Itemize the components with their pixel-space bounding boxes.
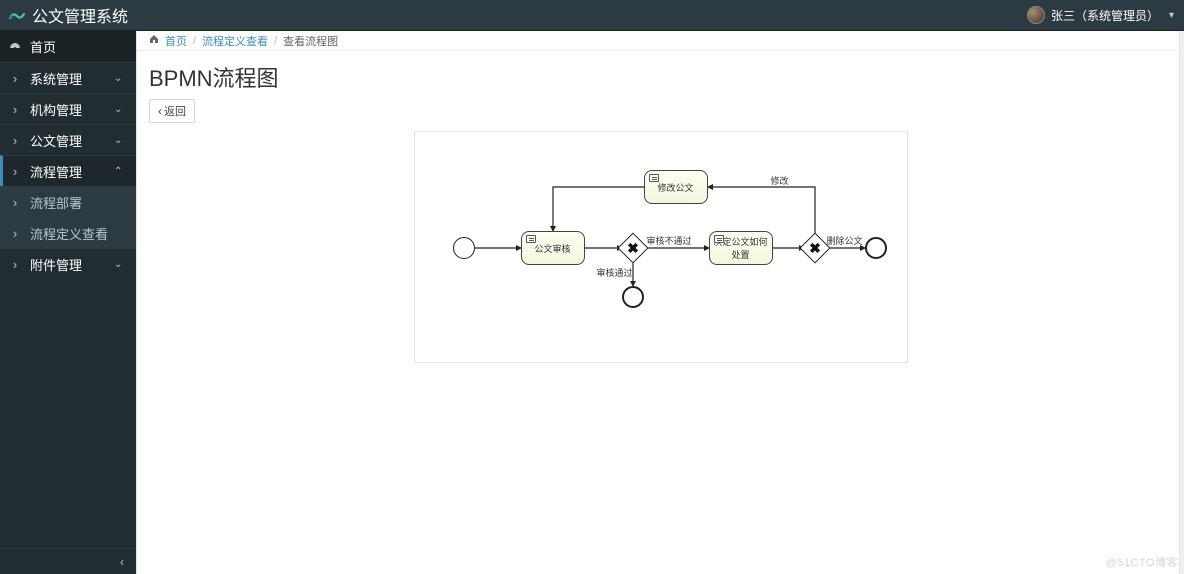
toolbar: ‹ 返回 bbox=[137, 99, 1184, 131]
task-icon bbox=[649, 174, 659, 182]
chevron-down-icon: ⌄ bbox=[114, 104, 126, 115]
breadcrumb-level2: 查看流程图 bbox=[283, 33, 338, 49]
watermark: @51CTO博客 bbox=[1106, 554, 1178, 570]
chevron-right-icon: › bbox=[8, 71, 22, 86]
gateway-x-icon: ✖ bbox=[623, 238, 643, 258]
sidebar-item-flow-deploy[interactable]: › 流程部署 bbox=[0, 186, 136, 217]
chevron-down-icon: ▾ bbox=[1169, 10, 1174, 21]
bpmn-task-label: 修改公文 bbox=[657, 181, 693, 194]
sidebar-item-home[interactable]: 首页 bbox=[0, 31, 136, 62]
bpmn-gateway-decide: ✖ bbox=[799, 232, 830, 263]
task-icon bbox=[714, 235, 724, 243]
sidebar-item-label: 公文管理 bbox=[22, 131, 114, 150]
chevron-right-icon: › bbox=[8, 133, 22, 148]
back-button[interactable]: ‹ 返回 bbox=[149, 99, 195, 123]
bpmn-label-delete: 删除公文 bbox=[827, 234, 863, 247]
user-display: 张三（系统管理员） bbox=[1051, 7, 1159, 24]
brand-logo-icon bbox=[8, 6, 26, 24]
bpmn-task-label: 公文审核 bbox=[534, 242, 570, 255]
sidebar-item-label: 系统管理 bbox=[22, 69, 114, 88]
bpmn-gateway-review: ✖ bbox=[617, 232, 648, 263]
user-menu[interactable]: 张三（系统管理员） ▾ bbox=[1027, 6, 1174, 24]
chevron-left-icon: ‹ bbox=[158, 104, 162, 118]
sidebar-item-attach[interactable]: › 附件管理 ⌄ bbox=[0, 248, 136, 279]
chevron-up-icon: ⌃ bbox=[114, 166, 126, 177]
breadcrumb: 首页 / 流程定义查看 / 查看流程图 bbox=[137, 31, 1184, 51]
sidebar-item-label: 机构管理 bbox=[22, 100, 114, 119]
sidebar: 首页 › 系统管理 ⌄ › 机构管理 ⌄ › 公文管理 ⌄ › 流程管理 ⌃ bbox=[0, 31, 136, 574]
chevron-right-icon: › bbox=[8, 102, 22, 117]
sidebar-item-label: 流程管理 bbox=[22, 162, 114, 181]
chevron-down-icon: ⌄ bbox=[114, 135, 126, 146]
back-button-label: 返回 bbox=[164, 103, 186, 119]
gateway-x-icon: ✖ bbox=[805, 238, 825, 258]
sidebar-item-label: 附件管理 bbox=[22, 255, 114, 274]
chevron-down-icon: ⌄ bbox=[114, 73, 126, 84]
sidebar-item-label: 首页 bbox=[22, 37, 114, 56]
chevron-down-icon: ⌄ bbox=[114, 259, 126, 270]
chevron-left-icon: ‹ bbox=[120, 555, 124, 569]
bpmn-end-event-pass bbox=[622, 286, 644, 308]
sidebar-collapse-button[interactable]: ‹ bbox=[0, 548, 136, 574]
sidebar-item-flow[interactable]: › 流程管理 ⌃ bbox=[0, 155, 136, 186]
app-title: 公文管理系统 bbox=[32, 3, 128, 27]
breadcrumb-sep: / bbox=[274, 35, 277, 47]
main-content: 首页 / 流程定义查看 / 查看流程图 BPMN流程图 ‹ 返回 bbox=[136, 31, 1184, 574]
topbar: 公文管理系统 张三（系统管理员） ▾ bbox=[0, 0, 1184, 31]
chevron-right-icon: › bbox=[8, 226, 22, 241]
sidebar-item-org[interactable]: › 机构管理 ⌄ bbox=[0, 93, 136, 124]
sidebar-item-label: 流程定义查看 bbox=[22, 224, 114, 243]
sidebar-item-doc[interactable]: › 公文管理 ⌄ bbox=[0, 124, 136, 155]
bpmn-task-review: 公文审核 bbox=[521, 231, 585, 265]
bpmn-label-pass: 审核通过 bbox=[597, 266, 633, 279]
page-title: BPMN流程图 bbox=[137, 51, 1184, 99]
breadcrumb-level1[interactable]: 流程定义查看 bbox=[202, 33, 268, 49]
chevron-right-icon: › bbox=[8, 195, 22, 210]
sidebar-item-flow-def[interactable]: › 流程定义查看 bbox=[0, 217, 136, 248]
bpmn-end-event-delete bbox=[865, 237, 887, 259]
bpmn-start-event bbox=[453, 237, 475, 259]
dashboard-icon bbox=[8, 41, 22, 53]
breadcrumb-home[interactable]: 首页 bbox=[165, 33, 187, 49]
sidebar-item-label: 流程部署 bbox=[22, 193, 114, 212]
bpmn-task-decide: 决定公文如何处置 bbox=[709, 231, 773, 265]
sidebar-item-system[interactable]: › 系统管理 ⌄ bbox=[0, 62, 136, 93]
chevron-right-icon: › bbox=[8, 164, 22, 179]
bpmn-diagram: 公文审核 ✖ 审核不通过 审核通过 决定公文如何处置 ✖ 删除公文 bbox=[414, 131, 908, 363]
breadcrumb-sep: / bbox=[193, 35, 196, 47]
bpmn-label-modify: 修改 bbox=[771, 174, 789, 187]
bpmn-task-modify: 修改公文 bbox=[644, 170, 708, 204]
scrollbar[interactable] bbox=[1179, 31, 1184, 574]
avatar bbox=[1027, 6, 1045, 24]
task-icon bbox=[526, 235, 536, 243]
home-icon bbox=[149, 34, 159, 47]
bpmn-label-fail: 审核不通过 bbox=[647, 234, 692, 247]
chevron-right-icon: › bbox=[8, 257, 22, 272]
